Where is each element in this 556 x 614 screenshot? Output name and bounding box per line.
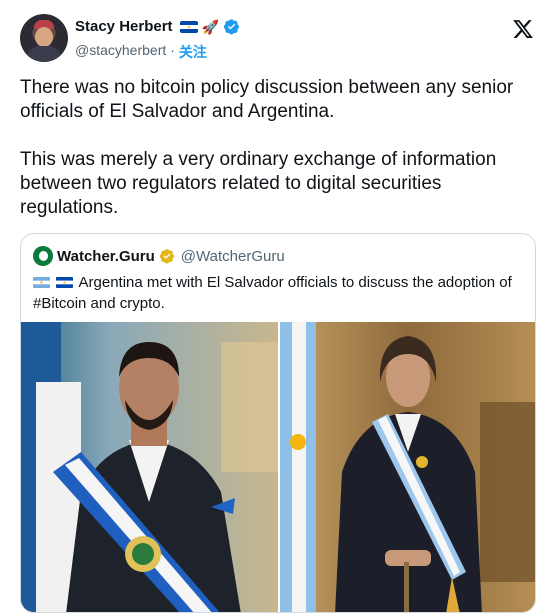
quoted-tweet-header: Watcher.Guru @WatcherGuru	[33, 246, 285, 266]
author-handle-row: @stacyherbert · 关注	[75, 42, 207, 62]
tweet-paragraph-1: There was no bitcoin policy discussion b…	[20, 77, 514, 122]
gold-verified-icon	[159, 248, 175, 264]
author-display-name[interactable]: Stacy Herbert	[75, 18, 173, 35]
quoted-author-handle: @WatcherGuru	[180, 247, 285, 265]
quoted-author-avatar	[33, 246, 53, 266]
tweet-text: There was no bitcoin policy discussion b…	[20, 76, 540, 220]
quoted-tweet-media	[21, 322, 535, 612]
el-salvador-flag-icon	[179, 20, 198, 33]
argentina-flag-icon	[33, 277, 50, 288]
x-logo-icon[interactable]	[512, 18, 534, 40]
tweet-paragraph-2: This was merely a very ordinary exchange…	[20, 149, 497, 218]
author-avatar[interactable]	[20, 14, 68, 62]
separator-dot: ·	[170, 42, 175, 58]
quoted-author-name: Watcher.Guru	[57, 247, 155, 265]
photo-el-salvador-president[interactable]	[21, 322, 278, 612]
follow-link[interactable]: 关注	[179, 42, 207, 62]
author-name-row: Stacy Herbert 🚀	[75, 18, 240, 35]
tweet-header: Stacy Herbert 🚀 @stacyherbert · 关注	[20, 14, 540, 66]
quoted-tweet-text: Argentina met with El Salvador officials…	[33, 272, 528, 314]
author-handle[interactable]: @stacyherbert	[75, 42, 166, 62]
quoted-tweet[interactable]: Watcher.Guru @WatcherGuru Argentina met …	[20, 233, 536, 613]
rocket-icon: 🚀	[201, 18, 219, 35]
el-salvador-flag-icon	[56, 277, 74, 288]
blue-verified-icon	[223, 18, 240, 35]
tweet-card: Stacy Herbert 🚀 @stacyherbert · 关注 There…	[0, 0, 556, 614]
photo-argentina-president[interactable]	[280, 322, 535, 612]
quoted-tweet-body: Argentina met with El Salvador officials…	[33, 274, 512, 312]
